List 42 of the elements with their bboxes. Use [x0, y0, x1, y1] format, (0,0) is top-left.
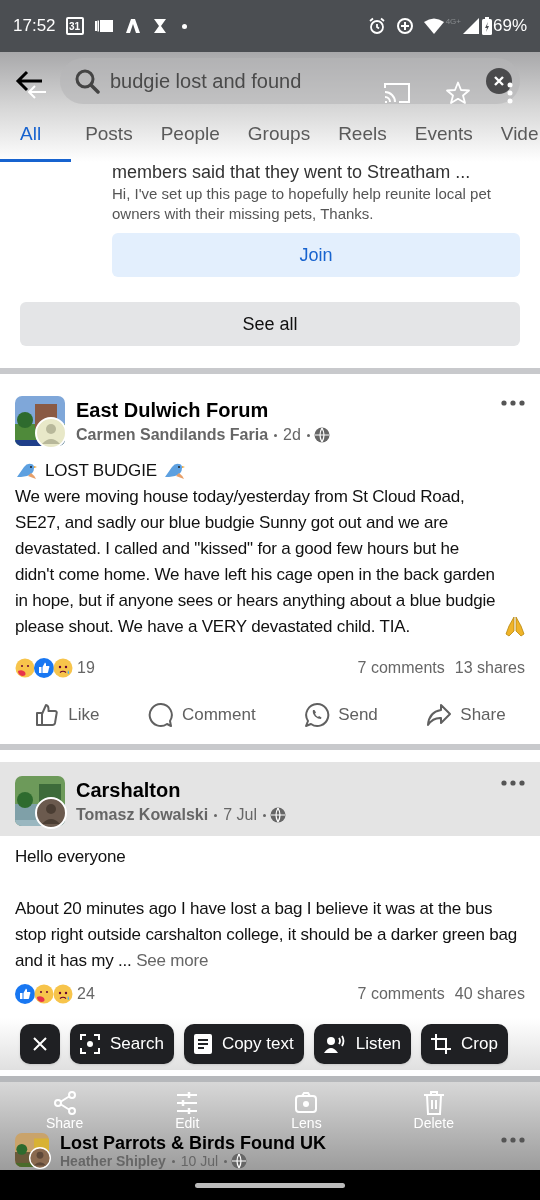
tab[interactable]: Reels [324, 110, 401, 162]
post-time: 2d [283, 425, 301, 445]
author-name[interactable]: Carmen Sandilands Faria [76, 423, 269, 447]
group-description: Hi, I've set up this page to hopefully help reunite local pet owners with their missing pets, Thanks. [112, 184, 492, 224]
post-headline: LOST BUDGIE [45, 460, 157, 482]
group-name[interactable]: East Dulwich Forum [76, 397, 501, 423]
search-query: budgie lost and found [110, 69, 302, 94]
reaction-count[interactable]: 24 [77, 982, 95, 1006]
reaction-count[interactable]: 19 [77, 656, 95, 680]
see-more-link[interactable]: See more [136, 951, 209, 970]
member-note: members said that they went to Streatham ... [112, 161, 472, 183]
send-button[interactable]: Send [304, 702, 378, 728]
share-count[interactable]: 40 shares [454, 982, 525, 1006]
like-button[interactable]: Like [34, 702, 100, 728]
comment-count[interactable]: 7 comments [357, 656, 445, 680]
group-name[interactable]: Carshalton [76, 777, 501, 803]
tab[interactable]: People [146, 110, 234, 162]
listen-chip[interactable]: Listen [313, 1024, 412, 1064]
tab[interactable]: Groups [233, 110, 325, 162]
post-text: We were moving house today/yesterday from St Cloud Road, SE27, and sadly our blue budgie Sunny got out and we are devastated. I called and "kissed" for a good few hours but he didn't come home. We have left his cage open in the back garden in hope, but if anyone sees or hears anything about a blue budgie please shout. We have a VERY devastated child. TIA. [15, 486, 497, 638]
see-all-button[interactable]: See all [20, 302, 520, 346]
post-time: 10 Jul [180, 1153, 219, 1169]
share-count[interactable]: 13 shares [454, 656, 525, 680]
copy-chip[interactable]: Copy text [183, 1024, 304, 1064]
clock: 17:52 [13, 15, 56, 38]
battery-percentage: 69% [492, 15, 527, 38]
tab[interactable]: All [0, 110, 72, 162]
post-time: 7 Jul [223, 805, 257, 825]
group-name[interactable]: Lost Parrots & Birds Found UK [60, 1134, 501, 1153]
tab[interactable]: Vide [486, 110, 540, 162]
crop-chip[interactable]: Crop [421, 1024, 508, 1064]
tab[interactable]: Posts [71, 110, 147, 162]
calendar-icon: 31 [65, 17, 84, 35]
join-button[interactable]: Join [112, 233, 520, 277]
post-text: Hello everyone About 20 minutes ago I have lost a bag I believe it was at the bus stop right outside carshalton college, it should be a darker green bag and it has my ... See more [15, 846, 518, 972]
author-name[interactable]: Tomasz Kowalski [76, 803, 209, 827]
search-field[interactable]: budgie lost and found [60, 58, 520, 104]
share-button[interactable]: Share [426, 702, 506, 728]
comment-count[interactable]: 7 comments [357, 982, 445, 1006]
tab[interactable]: Events [400, 110, 487, 162]
comment-button[interactable]: Comment [147, 702, 256, 728]
search-chip[interactable]: Search [70, 1024, 174, 1064]
